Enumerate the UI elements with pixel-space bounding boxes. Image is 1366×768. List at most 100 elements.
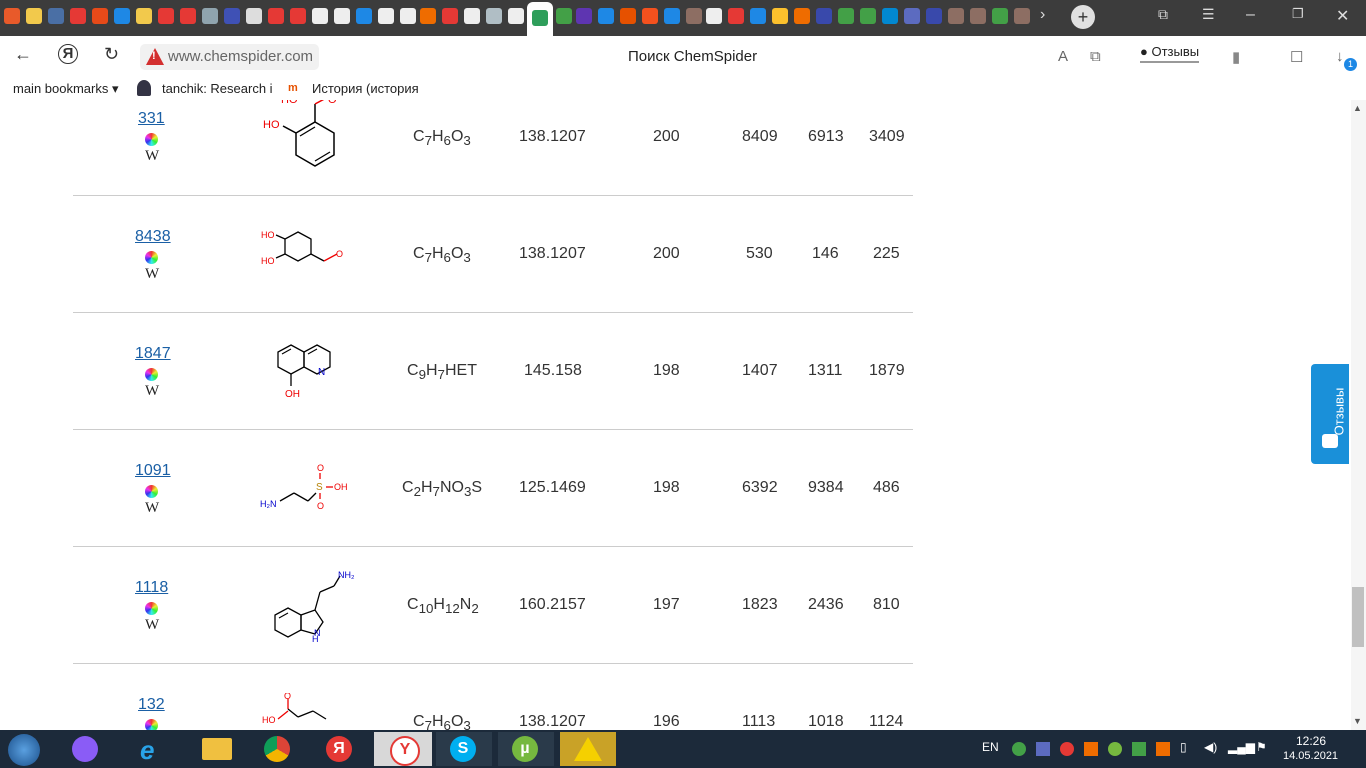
tab-favicon-pdf[interactable] <box>180 8 196 24</box>
tab-favicon[interactable] <box>706 8 722 24</box>
action-center-flag-icon[interactable]: ⚑ <box>1256 740 1267 754</box>
color-wheel-icon[interactable] <box>145 368 158 381</box>
bookmark-history[interactable]: История (история <box>312 81 418 96</box>
tab-favicon[interactable] <box>70 8 86 24</box>
chemspider-id-link[interactable]: 1118 <box>135 579 168 597</box>
tab-favicon[interactable] <box>114 8 130 24</box>
taskbar-warning-app[interactable] <box>560 732 616 766</box>
scroll-down-arrow-icon[interactable]: ▼ <box>1353 716 1362 726</box>
tab-favicon[interactable] <box>1014 8 1030 24</box>
color-wheel-icon[interactable] <box>145 485 158 498</box>
taskbar-yandex[interactable]: Я <box>314 732 366 766</box>
color-wheel-icon[interactable] <box>145 719 158 730</box>
taskbar-yandex-browser[interactable]: Y <box>374 732 432 766</box>
taskbar-utorrent[interactable]: µ <box>498 732 554 766</box>
chemspider-id-link[interactable]: 132 <box>138 696 165 714</box>
structure-image[interactable]: O HO <box>258 693 348 730</box>
tab-favicon[interactable] <box>926 8 942 24</box>
tab-favicon[interactable] <box>794 8 810 24</box>
downloads-icon[interactable]: ↓ <box>1336 48 1344 65</box>
taskbar-chrome[interactable] <box>252 732 304 766</box>
chemspider-id-link[interactable]: 1091 <box>135 462 171 480</box>
language-indicator[interactable]: EN <box>982 740 999 754</box>
taskbar-explorer[interactable] <box>190 732 242 766</box>
tab-favicon-doc[interactable] <box>202 8 218 24</box>
url-field[interactable]: ! www.chemspider.com <box>140 44 320 70</box>
translate-icon[interactable]: A <box>1058 48 1068 65</box>
feedback-side-tab[interactable]: Отзывы <box>1311 364 1349 464</box>
tab-favicon[interactable] <box>442 8 458 24</box>
reading-list-icon[interactable]: ☐ <box>1290 48 1303 66</box>
tab-favicon-teams[interactable] <box>904 8 920 24</box>
taskbar-skype[interactable]: S <box>436 732 492 766</box>
taskbar-ie[interactable]: e <box>128 732 180 766</box>
close-window-icon[interactable]: ✕ <box>1336 6 1349 26</box>
tray-app-icon[interactable] <box>1156 742 1170 756</box>
tab-favicon-drive[interactable] <box>860 8 876 24</box>
restore-icon[interactable]: ❐ <box>1292 6 1304 22</box>
tab-favicon-pdf[interactable] <box>158 8 174 24</box>
tab-favicon[interactable] <box>970 8 986 24</box>
bookmark-main[interactable]: main bookmarks ▾ <box>13 81 119 97</box>
tab-favicon-doc[interactable] <box>400 8 416 24</box>
tray-app-icon[interactable] <box>1084 742 1098 756</box>
tab-favicon-doc[interactable] <box>378 8 394 24</box>
tab-favicon[interactable] <box>750 8 766 24</box>
tab-favicon[interactable] <box>664 8 680 24</box>
tab-favicon[interactable] <box>48 8 64 24</box>
tab-favicon-mail[interactable] <box>4 8 20 24</box>
tray-check-icon[interactable] <box>1012 742 1026 756</box>
new-tab-button[interactable]: + <box>1071 5 1095 29</box>
tray-teams-icon[interactable] <box>1036 742 1050 756</box>
back-icon[interactable]: ← <box>14 44 32 65</box>
taskbar-alice[interactable] <box>60 732 112 766</box>
tab-favicon[interactable] <box>136 8 152 24</box>
wikipedia-icon[interactable]: W <box>145 148 159 165</box>
tab-favicon[interactable] <box>290 8 306 24</box>
clock-date[interactable]: 14.05.2021 <box>1283 750 1338 762</box>
tab-favicon[interactable] <box>598 8 614 24</box>
tab-favicon[interactable] <box>772 8 788 24</box>
structure-image[interactable]: HO HO O <box>258 100 348 178</box>
extensions-icon[interactable]: ⧉ <box>1090 48 1101 65</box>
structure-image[interactable]: N OH <box>268 338 348 406</box>
tab-favicon[interactable] <box>620 8 636 24</box>
tabs-scroll-right-icon[interactable]: › <box>1040 6 1045 24</box>
structure-image[interactable]: NH₂ H N <box>268 566 363 646</box>
tab-favicon[interactable] <box>26 8 42 24</box>
tab-favicon-youtube[interactable] <box>728 8 744 24</box>
tab-favicon[interactable] <box>246 8 262 24</box>
chemspider-id-link[interactable]: 1847 <box>135 345 171 363</box>
tray-yandex-icon[interactable] <box>1060 742 1074 756</box>
chemspider-id-link[interactable]: 331 <box>138 110 165 128</box>
reload-icon[interactable]: ↻ <box>104 44 119 65</box>
active-tab[interactable] <box>527 2 553 36</box>
bookmark-icon[interactable]: ▮ <box>1232 48 1240 66</box>
tab-favicon[interactable] <box>556 8 572 24</box>
menu-icon[interactable]: ☰ <box>1202 6 1215 23</box>
yandex-icon[interactable]: Я <box>58 44 78 64</box>
tab-favicon-drive[interactable] <box>992 8 1008 24</box>
tab-favicon[interactable] <box>642 8 658 24</box>
tab-favicon[interactable] <box>224 8 240 24</box>
color-wheel-icon[interactable] <box>145 133 158 146</box>
tray-app-icon[interactable] <box>1132 742 1146 756</box>
tab-favicon[interactable] <box>420 8 436 24</box>
wikipedia-icon[interactable]: W <box>145 383 159 400</box>
clock-time[interactable]: 12:26 <box>1296 734 1326 748</box>
tab-favicon[interactable] <box>356 8 372 24</box>
tab-favicon[interactable] <box>576 8 592 24</box>
feedback-button[interactable]: ● Отзывы <box>1140 44 1200 63</box>
tab-favicon[interactable] <box>508 8 524 24</box>
tab-favicon[interactable] <box>816 8 832 24</box>
tab-favicon[interactable] <box>686 8 702 24</box>
structure-image[interactable]: H₂N S O O OH <box>258 459 358 519</box>
start-button[interactable] <box>8 734 40 766</box>
tab-favicon[interactable] <box>882 8 898 24</box>
tab-favicon[interactable] <box>268 8 284 24</box>
wikipedia-icon[interactable]: W <box>145 266 159 283</box>
color-wheel-icon[interactable] <box>145 251 158 264</box>
tab-favicon[interactable] <box>948 8 964 24</box>
tab-favicon[interactable] <box>92 8 108 24</box>
volume-icon[interactable]: ◀) <box>1204 740 1217 754</box>
